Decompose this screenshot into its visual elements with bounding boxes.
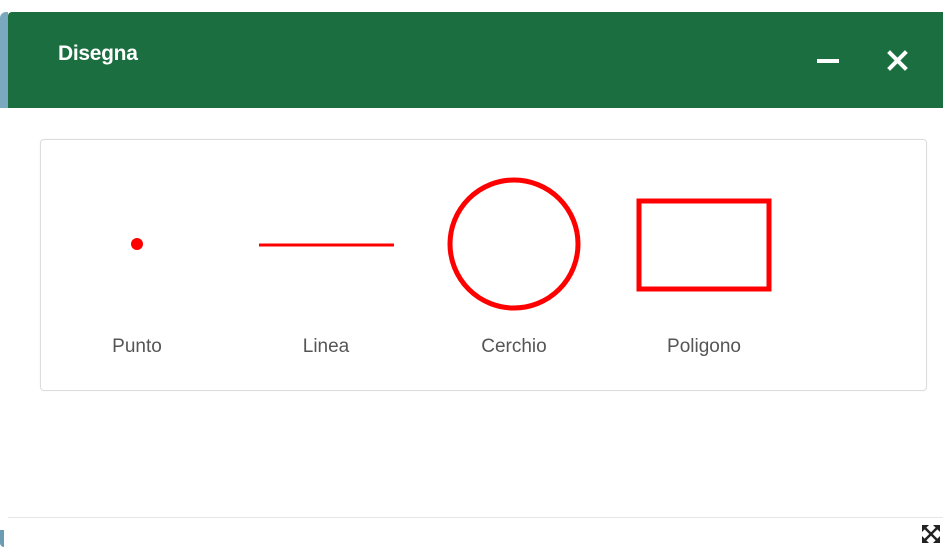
- tool-polygon[interactable]: Poligono: [628, 140, 780, 390]
- tool-circle[interactable]: Cerchio: [439, 140, 589, 390]
- window-edge-accent-bottom: [0, 530, 4, 547]
- window-title: Disegna: [58, 42, 138, 65]
- window-edge-accent: [0, 12, 8, 108]
- close-icon: [887, 50, 908, 71]
- tool-circle-label: Cerchio: [481, 336, 547, 357]
- minimize-icon: [817, 59, 839, 63]
- tool-line-label: Linea: [302, 336, 350, 357]
- minimize-button[interactable]: [810, 42, 846, 78]
- close-button[interactable]: [880, 42, 916, 78]
- tool-polygon-label: Poligono: [667, 336, 741, 357]
- footer-divider: [8, 517, 943, 518]
- expand-button[interactable]: [920, 523, 942, 545]
- line-icon: [259, 243, 394, 247]
- draw-tools-panel: Punto Linea Cerchio Poligono: [40, 139, 927, 391]
- point-icon: [131, 238, 143, 250]
- expand-icon: [922, 525, 940, 543]
- circle-icon: [447, 177, 581, 311]
- tool-line[interactable]: Linea: [249, 140, 403, 390]
- polygon-icon: [636, 198, 772, 292]
- tool-point[interactable]: Punto: [77, 140, 197, 390]
- window-titlebar[interactable]: Disegna: [8, 12, 943, 108]
- draw-window: Disegna Punto Linea Cerchio Poligono: [0, 0, 943, 547]
- tool-point-label: Punto: [112, 336, 162, 357]
